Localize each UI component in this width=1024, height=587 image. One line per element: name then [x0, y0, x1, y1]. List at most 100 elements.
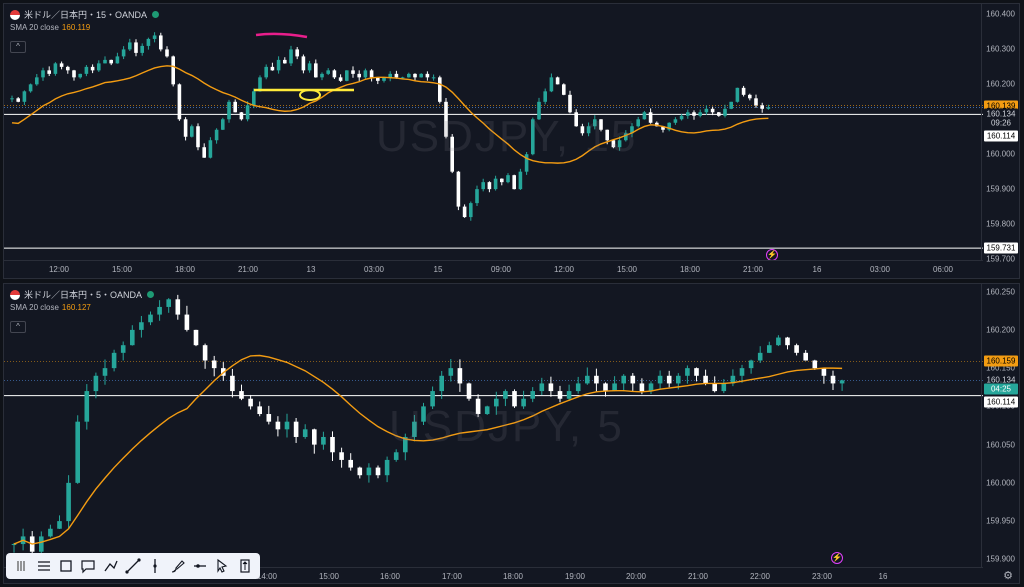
time-tick-label: 06:00	[932, 265, 954, 274]
candle-body	[357, 73, 361, 78]
price-tick-label: 160.200	[986, 79, 1015, 89]
candle-body	[723, 108, 727, 116]
candle-body	[548, 383, 554, 392]
candle-body	[302, 429, 308, 437]
us-flag-icon	[10, 290, 20, 300]
time-tick-label: 17:00	[441, 572, 463, 581]
candle-body	[500, 178, 504, 183]
candle-body	[568, 94, 572, 113]
candle-body	[648, 112, 653, 123]
candle-body	[363, 70, 368, 78]
candle-body	[53, 63, 58, 74]
candle-body	[760, 105, 764, 109]
time-tick-label: 15:00	[111, 265, 133, 274]
candle-body	[134, 42, 138, 53]
candle-body	[72, 70, 76, 78]
candle-body	[685, 368, 690, 376]
time-tick-label: 03:00	[869, 265, 891, 274]
chart-pane-5m[interactable]: USDJPY, 5 米ドル／日本円・5・OANDA SMA 20 close 16…	[3, 283, 1020, 584]
candle-body	[275, 421, 281, 430]
brush-tool-button[interactable]	[168, 556, 188, 576]
event-lightning-icon[interactable]: ⚡	[831, 552, 843, 564]
comment-tool-button[interactable]	[78, 556, 98, 576]
candle-body	[621, 375, 626, 384]
candle-body	[320, 73, 324, 78]
indicator-legend[interactable]: SMA 20 close 160.119	[10, 23, 90, 32]
price-axis-5m[interactable]: 160.250160.200160.150160.100160.050160.0…	[981, 284, 1019, 567]
drawing-toolbar[interactable]	[6, 553, 260, 579]
candle-body	[721, 383, 727, 392]
candle-body	[785, 337, 790, 346]
vertical-line-tool-button[interactable]	[145, 556, 165, 576]
time-axis-15m[interactable]: 12:00 15:00 18:00 21:00 13 03:00 15 09:00 12:00 1…	[4, 260, 983, 278]
horizontal-ray-icon	[194, 564, 207, 568]
candle-body	[103, 59, 107, 64]
candle-body	[314, 63, 318, 78]
cursor-tool-button[interactable]	[212, 556, 232, 576]
lines-tool-button[interactable]	[34, 556, 54, 576]
candle-body	[549, 77, 554, 92]
symbol-watermark: USDJPY, 15	[376, 112, 638, 161]
market-status-icon	[147, 291, 155, 298]
candle-body	[648, 383, 654, 392]
candle-body	[11, 544, 17, 546]
time-tick-label: 03:00	[363, 265, 385, 274]
candle-body	[425, 73, 430, 78]
collapse-legend-button[interactable]: ^	[10, 41, 26, 53]
price-tick-label: 160.200	[986, 325, 1015, 335]
low-level-tag: 159.731	[984, 242, 1018, 254]
candle-body	[698, 112, 702, 116]
candle-body	[190, 126, 194, 137]
candle-body	[642, 112, 647, 120]
candle-body	[686, 112, 690, 116]
symbol-legend[interactable]: 米ドル／日本円・15・OANDA	[10, 8, 160, 21]
candle-body	[148, 314, 153, 323]
candle-body	[493, 178, 498, 190]
rectangle-tool-button[interactable]	[56, 556, 76, 576]
price-tick-label: 160.050	[986, 440, 1015, 450]
candle-body	[66, 66, 70, 71]
candle-body	[321, 436, 326, 445]
level-price-tag: 160.114	[984, 396, 1018, 408]
time-tick-label: 15	[433, 265, 443, 274]
gear-icon[interactable]: ⚙	[1002, 570, 1014, 582]
horizontal-ray-tool-button[interactable]	[190, 556, 210, 576]
candle-body	[735, 87, 740, 102]
price-tick-label: 160.400	[986, 9, 1015, 19]
time-tick-label: 12:00	[553, 265, 575, 274]
time-tick-label: 22:00	[749, 572, 771, 581]
market-status-icon	[152, 11, 160, 18]
bar-countdown-tag: 04:25	[984, 383, 1018, 395]
indicator-legend[interactable]: SMA 20 close 160.127	[10, 303, 91, 312]
time-tick-label: 16:00	[379, 572, 401, 581]
candle-body	[202, 345, 208, 361]
candle-body	[575, 383, 581, 392]
symbol-legend[interactable]: 米ドル／日本円・5・OANDA	[10, 288, 155, 301]
price-range-tool-button[interactable]	[235, 556, 255, 576]
candle-body	[456, 171, 461, 207]
path-tool-button[interactable]	[101, 556, 121, 576]
candle-body	[776, 337, 781, 346]
candle-body	[506, 175, 510, 183]
candle-body	[22, 91, 27, 102]
candle-body	[457, 368, 463, 384]
candle-body	[748, 360, 754, 369]
trend-line-tool-button[interactable]	[123, 556, 143, 576]
price-tick-label: 160.300	[986, 44, 1015, 54]
candle-body	[369, 70, 374, 78]
candle-body	[603, 383, 608, 392]
candle-body	[338, 77, 343, 81]
candle-body	[679, 115, 684, 120]
drag-handle-tool-button[interactable]	[11, 556, 31, 576]
candle-body	[301, 56, 306, 71]
candle-body	[330, 436, 335, 453]
candle-body	[741, 87, 746, 95]
price-axis-15m[interactable]: 160.400160.300160.200160.100160.000159.9…	[981, 4, 1019, 264]
candle-body	[115, 56, 120, 64]
chart-pane-15m[interactable]: USDJPY, 15 米ドル／日本円・15・OANDA SMA 20 close…	[3, 3, 1020, 279]
collapse-legend-button[interactable]: ^	[10, 321, 26, 333]
candle-body	[57, 521, 62, 529]
candle-body	[75, 421, 80, 483]
cursor-icon	[217, 558, 228, 573]
time-tick-label: 21:00	[237, 265, 259, 274]
